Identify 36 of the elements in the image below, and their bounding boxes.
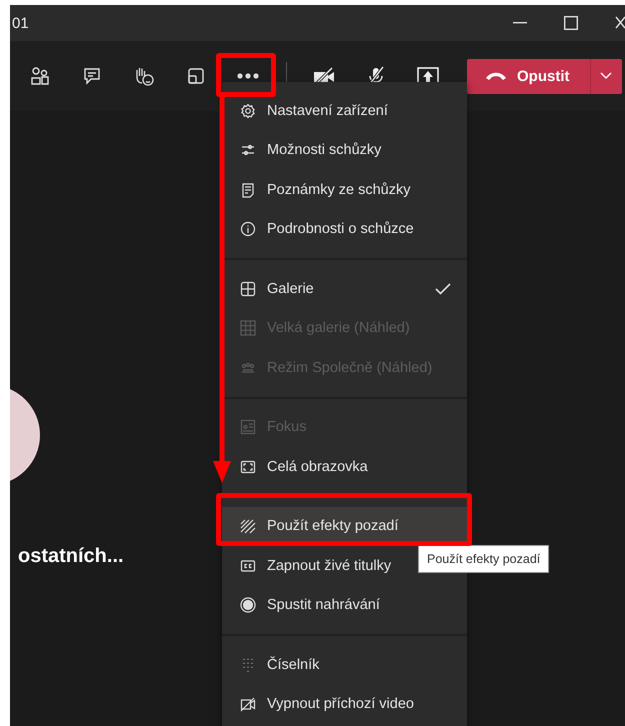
- close-icon[interactable]: [615, 16, 625, 30]
- chat-icon: [82, 66, 102, 86]
- more-icon: [237, 73, 259, 79]
- background-effects-icon: [240, 518, 256, 534]
- rooms-icon: [186, 66, 206, 86]
- record-icon: [240, 597, 256, 614]
- notepad-icon: [240, 182, 256, 198]
- window-title: 01: [12, 14, 29, 32]
- focus-icon: [240, 419, 256, 436]
- menu-item[interactable]: Vypnout příchozí video: [222, 684, 467, 724]
- tooltip: Použít efekty pozadí: [418, 545, 550, 573]
- people-icon: [30, 66, 50, 86]
- large-grid-icon: [240, 320, 256, 336]
- menu-item[interactable]: Poznámky ze schůzky: [222, 170, 467, 210]
- captions-icon: [240, 558, 256, 574]
- info-icon: [240, 221, 256, 238]
- menu-item[interactable]: Spustit nahrávání: [222, 586, 467, 625]
- menu-item[interactable]: Celá obrazovka: [222, 447, 467, 486]
- dialpad-icon: [240, 656, 256, 673]
- menu-item[interactable]: Číselník: [222, 645, 467, 684]
- phone-icon: [485, 71, 507, 81]
- minimize-icon[interactable]: [513, 22, 527, 24]
- gear-icon: [240, 102, 256, 119]
- grid-icon: [240, 280, 256, 297]
- video-off-icon: [240, 696, 256, 712]
- menu-item[interactable]: Možnosti schůzky: [222, 130, 467, 170]
- fullscreen-icon: [240, 458, 256, 475]
- leave-button[interactable]: Opustit: [467, 58, 590, 94]
- maximize-icon[interactable]: [564, 16, 578, 30]
- leave-options-button[interactable]: [590, 58, 622, 94]
- menu-item[interactable]: Podrobnosti o schůzce: [222, 210, 467, 249]
- menu-item[interactable]: Galerie: [222, 269, 467, 308]
- menu-item[interactable]: Nastavení zařízení: [222, 91, 467, 130]
- highlight-frame: [216, 53, 276, 97]
- chevron-down-icon: [600, 72, 612, 80]
- participant-caption: ostatních...: [18, 545, 124, 568]
